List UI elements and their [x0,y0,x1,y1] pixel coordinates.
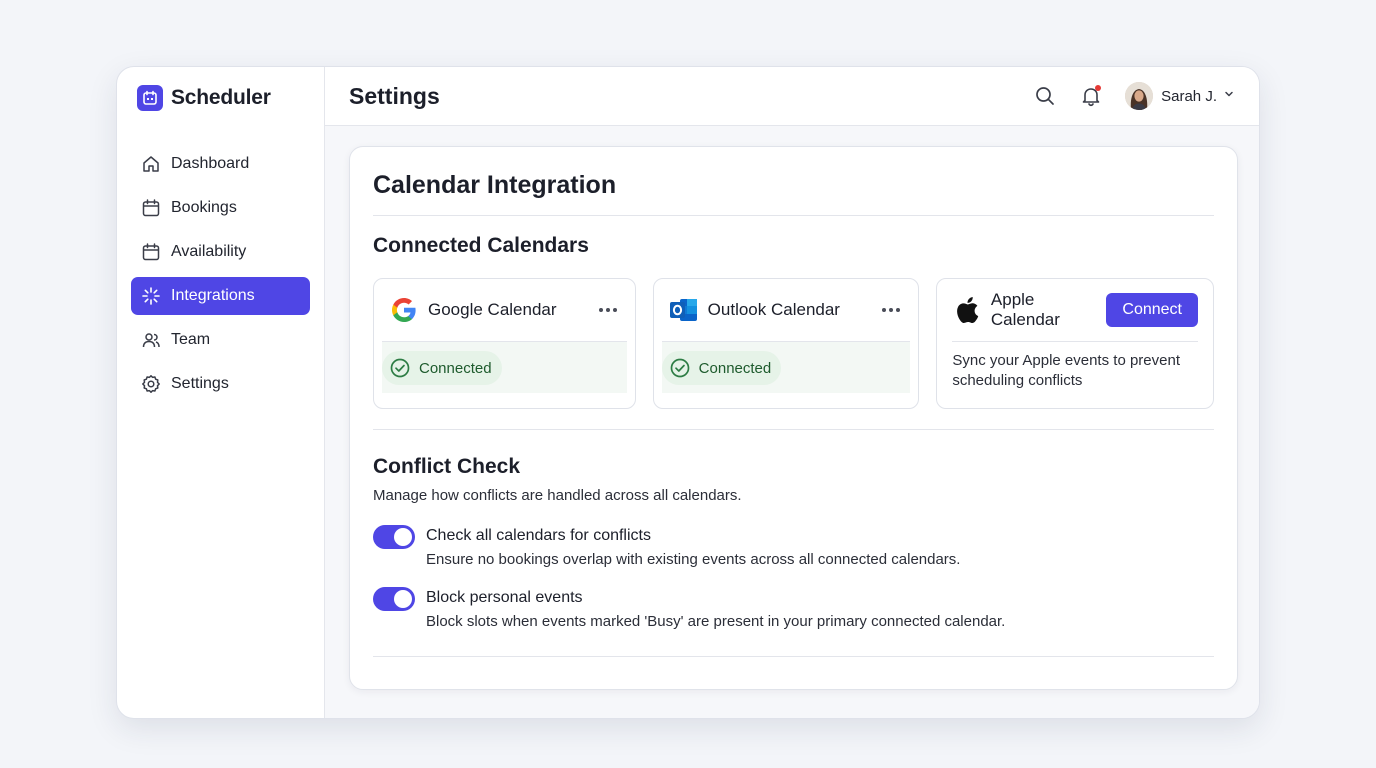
calendar-name: Outlook Calendar [707,300,840,319]
setting-label: Block personal events [426,589,583,606]
block-personal-events-toggle[interactable] [373,587,415,611]
connected-calendars-title: Connected Calendars [373,234,589,257]
sidebar-item-label: Team [171,331,211,348]
calendar-card-apple: Apple Calendar Connect Sync your Apple e… [936,278,1214,409]
divider [373,215,1214,216]
chevron-down-icon [1223,87,1235,105]
scheduler-logo-icon [137,85,163,111]
calendar-card-outlook: Outlook Calendar Connected [652,278,920,409]
sidebar-item-integrations[interactable]: Integrations [131,277,310,315]
calendar-name: Google Calendar [428,300,557,319]
calendar-card-google: Google Calendar Connected [373,278,636,409]
sidebar-item-label: Settings [171,375,229,392]
setting-description: Ensure no bookings overlap with existing… [426,551,961,568]
users-icon [141,330,161,350]
setting-block-personal-events: Block personal events Block slots when e… [373,587,1214,632]
check-circle-icon [670,358,690,378]
status-text: Connected [419,359,492,377]
search-icon[interactable] [1033,84,1057,108]
top-bar: Settings Sarah J. [325,67,1259,126]
outlook-icon [669,295,699,325]
connect-button[interactable]: Connect [1106,293,1198,327]
bell-icon[interactable] [1079,84,1103,108]
home-icon [141,154,161,174]
apple-icon [952,295,982,325]
top-actions: Sarah J. [1033,82,1235,110]
more-options-icon[interactable] [880,300,902,320]
status-text: Connected [698,359,772,377]
gear-icon [141,374,161,394]
check-circle-icon [390,358,410,378]
card-title: Calendar Integration [373,171,617,199]
sidebar-item-team[interactable]: Team [131,321,310,359]
sidebar-nav: Dashboard Bookings Availability Integrat… [131,145,310,403]
brand[interactable]: Scheduler [137,85,310,111]
app-name: Scheduler [171,86,271,109]
calendar-description: Sync your Apple events to prevent schedu… [952,341,1198,391]
user-name: Sarah J. [1161,87,1217,105]
integrations-icon [141,286,161,306]
toggle-knob [394,590,412,608]
setting-check-all-calendars: Check all calendars for conflicts Ensure… [373,525,1214,570]
page-title: Settings [349,82,440,109]
conflict-check-description: Manage how conflicts are handled across … [373,487,742,504]
sidebar-item-label: Availability [171,243,247,260]
sidebar-item-availability[interactable]: Availability [131,233,310,271]
divider [373,656,1214,657]
divider [373,429,1214,430]
sidebar-item-bookings[interactable]: Bookings [131,189,310,227]
sidebar-item-label: Bookings [171,199,237,216]
toggle-knob [394,528,412,546]
sidebar: Scheduler Dashboard Bookings Availabilit… [117,67,325,718]
sidebar-item-dashboard[interactable]: Dashboard [131,145,310,183]
sidebar-item-settings[interactable]: Settings [131,365,310,403]
status-badge: Connected [661,351,782,385]
sidebar-item-label: Integrations [171,287,255,304]
setting-label: Check all calendars for conflicts [426,527,651,544]
user-menu[interactable]: Sarah J. [1125,82,1235,110]
conflict-check-title: Conflict Check [373,455,521,478]
sidebar-item-label: Dashboard [171,155,250,172]
calendar-name: Apple Calendar [990,290,1060,329]
calendar-icon [141,242,161,262]
calendar-integration-card: Calendar Integration Connected Calendars [349,146,1238,690]
status-badge: Connected [382,351,502,385]
avatar [1125,82,1154,110]
more-options-icon[interactable] [597,300,619,320]
setting-description: Block slots when events marked 'Busy' ar… [426,613,1006,630]
google-icon [389,295,419,325]
calendar-list: Google Calendar Connected Outlook Calend… [373,278,1214,409]
check-all-calendars-toggle[interactable] [373,525,415,549]
app-window: Scheduler Dashboard Bookings Availabilit… [116,66,1260,719]
main-content: Settings Sarah J. Calendar Integration C… [325,67,1259,718]
calendar-icon [141,198,161,218]
